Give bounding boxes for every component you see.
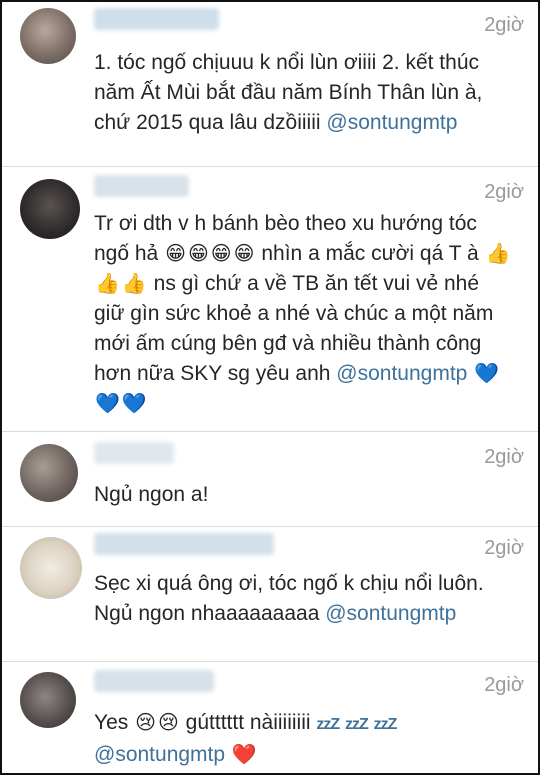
avatar[interactable] [20, 179, 80, 239]
comment-item: 2giờ Yes 😢 😢 gútttttt nàiiiiiiii zzZ zzZ … [2, 662, 538, 773]
sleeping-zzz-icon: zzZ [373, 716, 398, 733]
comment-text: Yes 😢 😢 gútttttt nàiiiiiiii zzZ zzZ zzZ @… [94, 708, 514, 770]
timestamp: 2giờ [484, 181, 524, 203]
username-redacted[interactable] [94, 442, 174, 464]
grinning-emoji-icon: 😁 [165, 243, 186, 265]
mention-link[interactable]: @sontungmtp [326, 111, 457, 134]
mention-link[interactable]: @sontungmtp [94, 743, 225, 766]
comment-text: Ngủ ngon a! [94, 480, 514, 510]
timestamp: 2giờ [484, 14, 524, 36]
sleeping-zzz-icon: zzZ [316, 716, 340, 733]
comment-text: Sẹc xi quá ông ơi, tóc ngố k chịu nổi lu… [94, 569, 514, 629]
crying-emoji-icon: 😢 [135, 712, 156, 734]
comment-text-part: Ngủ ngon a! [94, 483, 209, 506]
grinning-emoji-icon: 😁 [210, 243, 232, 265]
avatar[interactable] [20, 537, 82, 599]
crying-emoji-icon: 😢 [157, 712, 179, 734]
avatar[interactable] [20, 8, 76, 64]
username-redacted[interactable] [94, 670, 214, 692]
comment-item: 2giờ Ngủ ngon a! [2, 432, 538, 527]
comment-text-part: gútttttt nàiiiiiiii [185, 711, 311, 734]
username-redacted[interactable] [94, 533, 274, 555]
mention-link[interactable]: @sontungmtp [325, 602, 456, 625]
comment-item: 2giờ 1. tóc ngố chịuuu k nổi lùn ơiiii 2… [2, 2, 538, 167]
avatar[interactable] [20, 672, 76, 728]
blue-heart-emoji-icon: 💙 [474, 363, 500, 385]
timestamp: 2giờ [484, 537, 524, 559]
timestamp: 2giờ [484, 446, 524, 468]
username-redacted[interactable] [94, 8, 219, 30]
sleeping-zzz-icon: zzZ [345, 716, 369, 733]
comment-text: Tr ơi dth v h bánh bèo theo xu hướng tóc… [94, 209, 514, 419]
blue-heart-emoji-icon: 💙 [95, 393, 120, 415]
timestamp: 2giờ [484, 674, 524, 696]
thumbs-up-emoji-icon: 👍 [121, 273, 147, 295]
mention-link[interactable]: @sontungmtp [336, 362, 467, 385]
comment-item: 2giờ Sẹc xi quá ông ơi, tóc ngố k chịu n… [2, 527, 538, 662]
grinning-emoji-icon: 😁 [187, 243, 209, 265]
thumbs-up-emoji-icon: 👍 [485, 243, 511, 265]
comment-text-part: nhìn a mắc cười qá T à [261, 242, 479, 265]
username-redacted[interactable] [94, 175, 189, 197]
blue-heart-emoji-icon: 💙 [121, 393, 147, 415]
grinning-emoji-icon: 😁 [233, 243, 255, 265]
avatar[interactable] [20, 444, 78, 502]
comment-text-part: Yes [94, 711, 129, 734]
comment-item: 2giờ Tr ơi dth v h bánh bèo theo xu hướn… [2, 167, 538, 432]
thumbs-up-emoji-icon: 👍 [95, 273, 120, 295]
red-heart-emoji-icon: ❤️ [231, 744, 257, 766]
comment-text: 1. tóc ngố chịuuu k nổi lùn ơiiii 2. kết… [94, 48, 514, 138]
comments-panel: 2giờ 1. tóc ngố chịuuu k nổi lùn ơiiii 2… [0, 0, 540, 775]
